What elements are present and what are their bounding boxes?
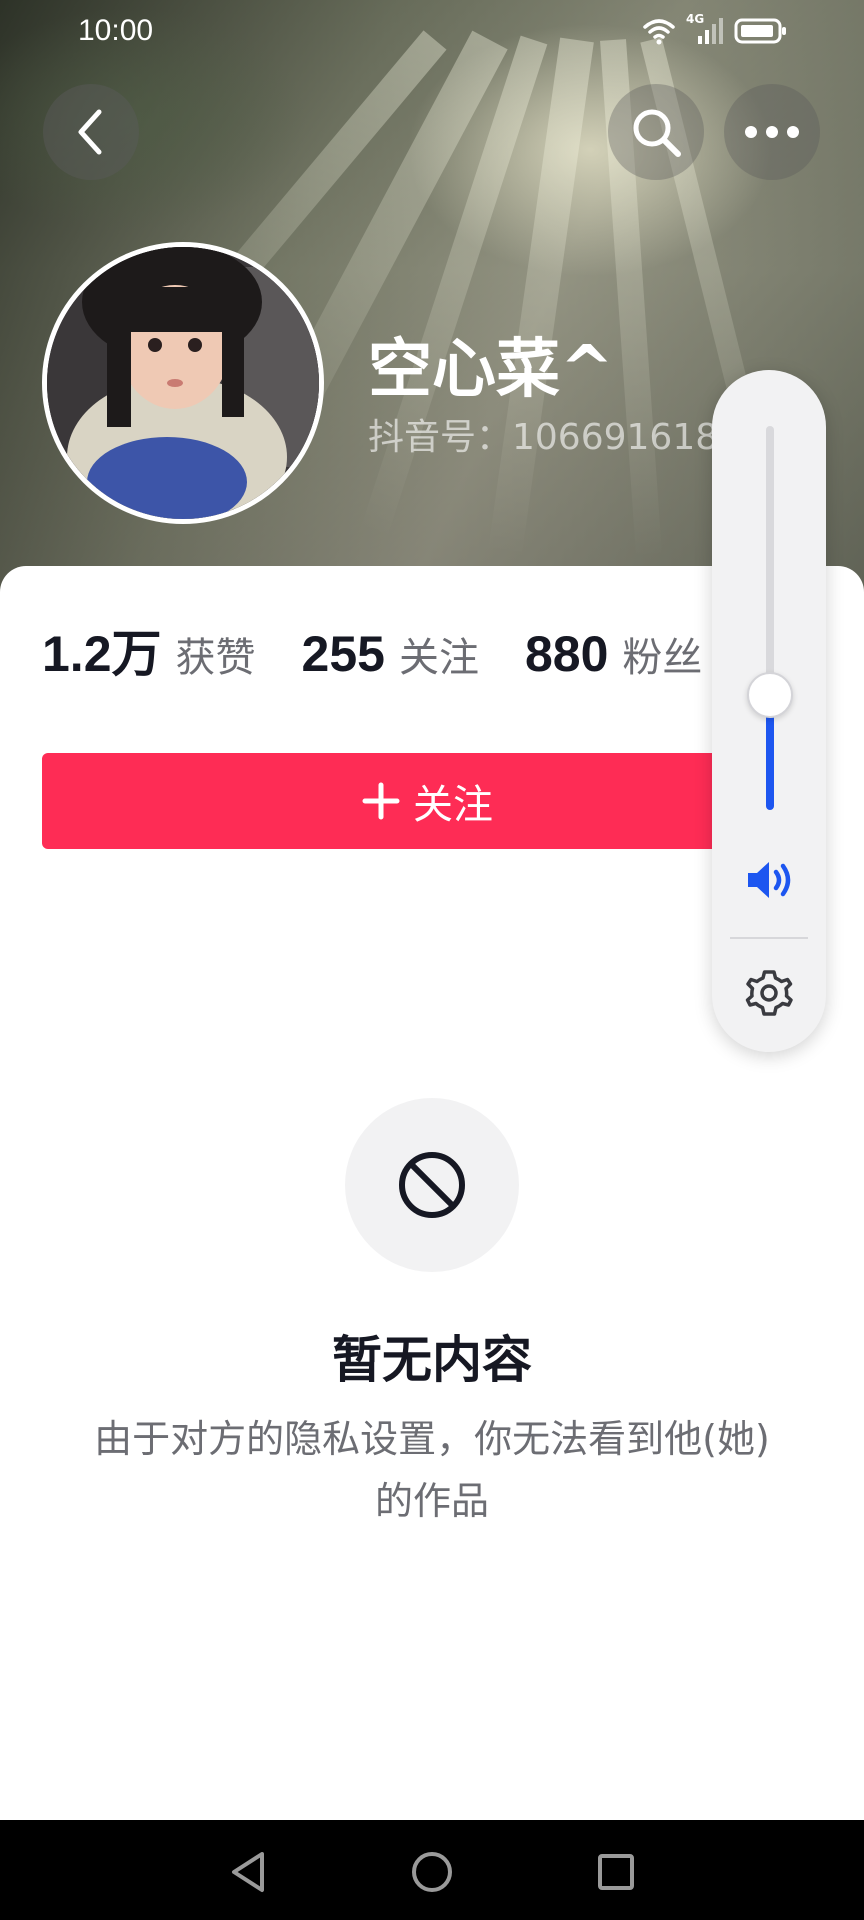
volume-slider-thumb[interactable] — [747, 671, 793, 718]
search-icon — [633, 109, 681, 157]
status-bar: 10:00 4G — [0, 0, 864, 62]
nav-home-button[interactable] — [404, 1844, 460, 1900]
likes-label: 获赞 — [175, 635, 256, 681]
triangle-back-icon — [232, 1852, 264, 1892]
volume-panel-divider — [730, 937, 808, 939]
circle-home-icon — [412, 1852, 452, 1892]
avatar-image — [47, 247, 319, 519]
chevron-left-icon — [78, 109, 102, 155]
followers-count[interactable]: 880 — [525, 625, 608, 683]
following-count[interactable]: 255 — [302, 625, 385, 683]
profile-stats: 1.2万 获赞 255 关注 880 粉丝 — [42, 614, 748, 686]
profile-nickname: 空心菜^ — [368, 333, 614, 407]
prohibited-icon — [399, 1152, 465, 1218]
plus-icon — [362, 782, 400, 820]
wifi-icon — [643, 19, 675, 45]
follow-button[interactable]: 关注 — [42, 753, 812, 849]
status-time: 10:00 — [78, 14, 154, 47]
system-navigation-bar — [0, 1820, 864, 1920]
nav-recents-button[interactable] — [588, 1844, 644, 1900]
more-button[interactable] — [724, 84, 820, 180]
likes-count: 1.2万 — [42, 626, 162, 682]
empty-state-icon-container — [345, 1098, 519, 1272]
empty-state-description: 由于对方的隐私设置，你无法看到他(她)的作品 — [94, 1417, 770, 1523]
speaker-button[interactable] — [745, 858, 795, 906]
volume-panel — [712, 370, 826, 1052]
follow-button-label: 关注 — [413, 782, 493, 828]
sound-settings-button[interactable] — [743, 968, 795, 1024]
back-button[interactable] — [43, 84, 139, 180]
cellular-signal-icon: 4G — [686, 12, 724, 46]
followers-label[interactable]: 粉丝 — [622, 625, 702, 683]
nav-back-button[interactable] — [220, 1844, 276, 1900]
douyin-id[interactable]: 抖音号：106691618 — [368, 408, 718, 460]
status-icons: 4G — [642, 12, 788, 46]
search-button[interactable] — [608, 84, 704, 180]
avatar[interactable] — [42, 242, 324, 524]
square-recents-icon — [598, 1854, 634, 1890]
following-label[interactable]: 关注 — [399, 625, 479, 683]
gear-icon — [745, 970, 793, 1016]
battery-icon — [734, 18, 786, 44]
speaker-icon — [748, 862, 791, 898]
empty-state-title: 暂无内容 — [332, 1331, 532, 1389]
more-dots-icon — [745, 126, 799, 138]
